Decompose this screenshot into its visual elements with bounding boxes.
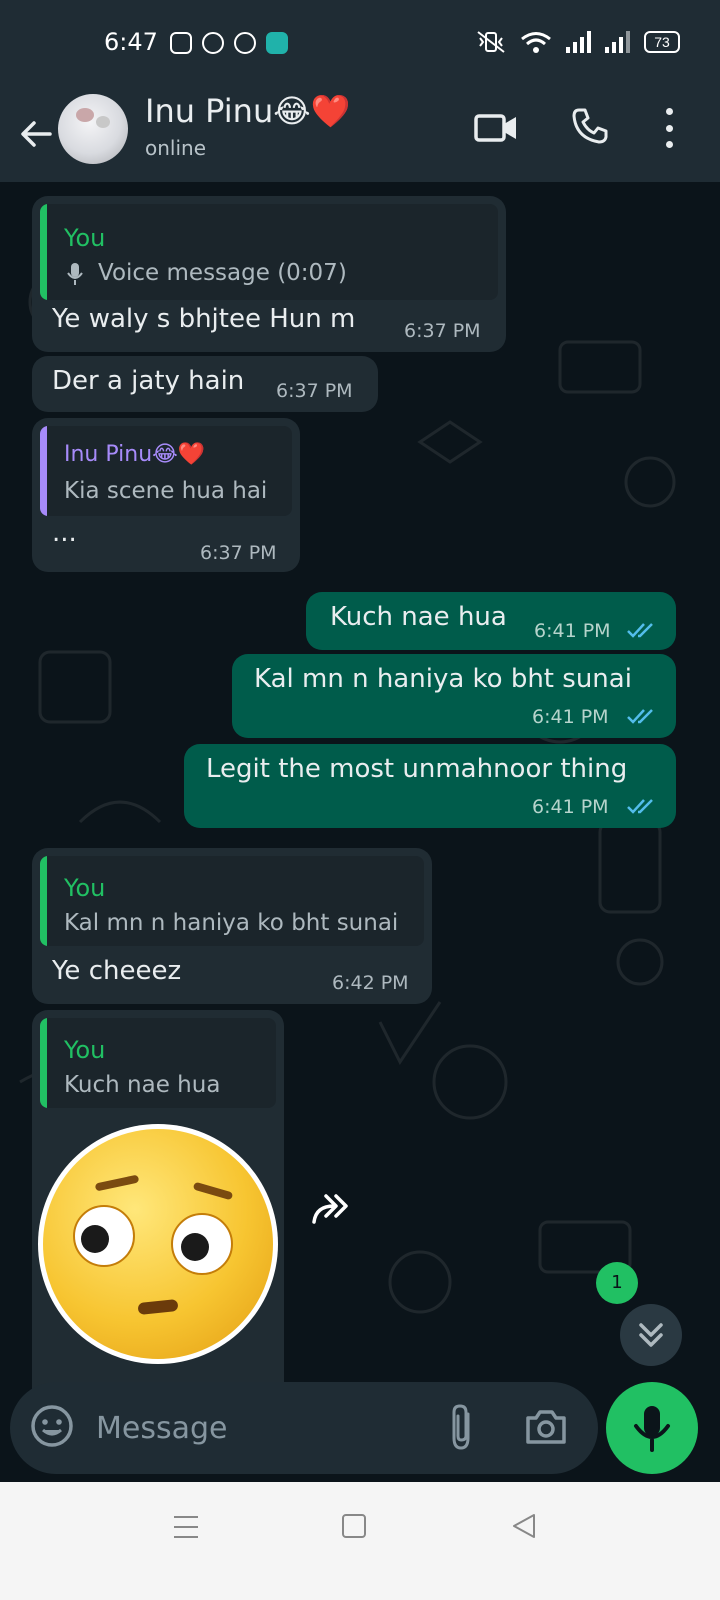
instagram-icon (170, 32, 192, 54)
chat-bubble-icon (202, 32, 224, 54)
status-time: 6:47 (104, 28, 158, 56)
voice-record-button[interactable] (606, 1382, 698, 1474)
mic-icon (67, 263, 83, 285)
quote-text: Kuch nae hua (64, 1072, 221, 1098)
quoted-message[interactable]: You Kuch nae hua (40, 1018, 276, 1108)
more-options-icon[interactable] (664, 108, 674, 148)
message-time: 6:41 PM (534, 620, 611, 642)
message-time: 6:37 PM (200, 542, 277, 564)
quote-author: You (64, 874, 106, 902)
app-notification-icon (266, 32, 288, 54)
message-text: Der a jaty hain (52, 366, 245, 396)
read-receipt-icon (627, 709, 653, 724)
system-navigation-bar (0, 1482, 720, 1600)
message-time: 6:41 PM (532, 706, 609, 728)
emoji-icon[interactable] (30, 1404, 74, 1448)
quote-text: Kia scene hua hai (64, 478, 268, 504)
unread-count-badge[interactable]: 1 (596, 1262, 638, 1304)
quoted-message[interactable]: You Voice message (0:07) (40, 204, 498, 300)
read-receipt-icon (627, 799, 653, 814)
incoming-message[interactable]: You Voice message (0:07) Ye waly s bhjte… (32, 196, 506, 352)
vibrate-icon (477, 31, 505, 53)
outgoing-message[interactable]: Kuch nae hua 6:41 PM (306, 592, 676, 650)
quoted-message[interactable]: Inu Pinu😂❤️ Kia scene hua hai (40, 426, 292, 516)
scroll-to-bottom-button[interactable] (620, 1304, 682, 1366)
message-input[interactable] (96, 1404, 416, 1452)
recent-apps-icon[interactable] (174, 1516, 198, 1538)
incoming-message[interactable]: Der a jaty hain 6:37 PM (32, 356, 378, 412)
quote-author: You (64, 1036, 106, 1064)
notification-icons (170, 32, 288, 54)
contact-status: online (145, 136, 207, 160)
back-arrow-icon[interactable] (18, 116, 54, 152)
status-bar: 6:47 73 (0, 0, 720, 90)
message-composer (10, 1382, 598, 1474)
incoming-message[interactable]: You Kal mn n haniya ko bht sunai Ye chee… (32, 848, 432, 1004)
chat-area[interactable]: You Voice message (0:07) Ye waly s bhjte… (0, 182, 720, 1392)
quote-author: Inu Pinu😂❤️ (64, 442, 206, 467)
camera-icon[interactable] (524, 1406, 568, 1446)
message-time: 6:37 PM (404, 320, 481, 342)
double-chevron-down-icon (639, 1323, 663, 1347)
quote-text: Voice message (0:07) (98, 260, 347, 286)
message-text: Kuch nae hua (330, 602, 507, 632)
voice-call-icon[interactable] (570, 106, 610, 146)
outgoing-message[interactable]: Kal mn n haniya ko bht sunai 6:41 PM (232, 654, 676, 738)
incoming-message[interactable]: Inu Pinu😂❤️ Kia scene hua hai ... 6:37 P… (32, 418, 300, 572)
message-time: 6:41 PM (532, 796, 609, 818)
signal-2-icon (605, 31, 630, 53)
message-text: Ye cheeez (52, 956, 182, 986)
outgoing-message[interactable]: Legit the most unmahnoor thing 6:41 PM (184, 744, 676, 828)
message-time: 6:37 PM (276, 380, 353, 402)
contact-name[interactable]: Inu Pinu😂❤️ (145, 92, 350, 130)
system-status-icons: 73 (476, 30, 680, 54)
snapchat-icon (234, 32, 256, 54)
attachment-paperclip-icon[interactable] (446, 1402, 478, 1452)
microphone-icon (634, 1406, 670, 1452)
message-time: 6:42 PM (332, 972, 409, 994)
message-text: Kal mn n haniya ko bht sunai (254, 664, 632, 694)
forward-icon[interactable] (310, 1192, 354, 1226)
chat-header: Inu Pinu😂❤️ online (0, 90, 720, 182)
message-text: Legit the most unmahnoor thing (206, 754, 628, 784)
signal-1-icon (566, 31, 591, 53)
quoted-message[interactable]: You Kal mn n haniya ko bht sunai (40, 856, 424, 946)
home-icon[interactable] (342, 1514, 366, 1538)
flushed-emoji-sticker[interactable] (38, 1124, 278, 1364)
quote-text: Kal mn n haniya ko bht sunai (64, 910, 399, 936)
message-text: Ye waly s bhjtee Hun m (52, 304, 356, 334)
video-call-icon[interactable] (474, 110, 518, 146)
contact-avatar[interactable] (58, 94, 128, 164)
system-back-icon[interactable] (510, 1512, 538, 1540)
quote-author: You (64, 224, 106, 252)
wifi-icon (521, 32, 551, 53)
message-text: ... (52, 518, 77, 548)
battery-icon: 73 (644, 31, 680, 53)
read-receipt-icon (627, 623, 653, 638)
